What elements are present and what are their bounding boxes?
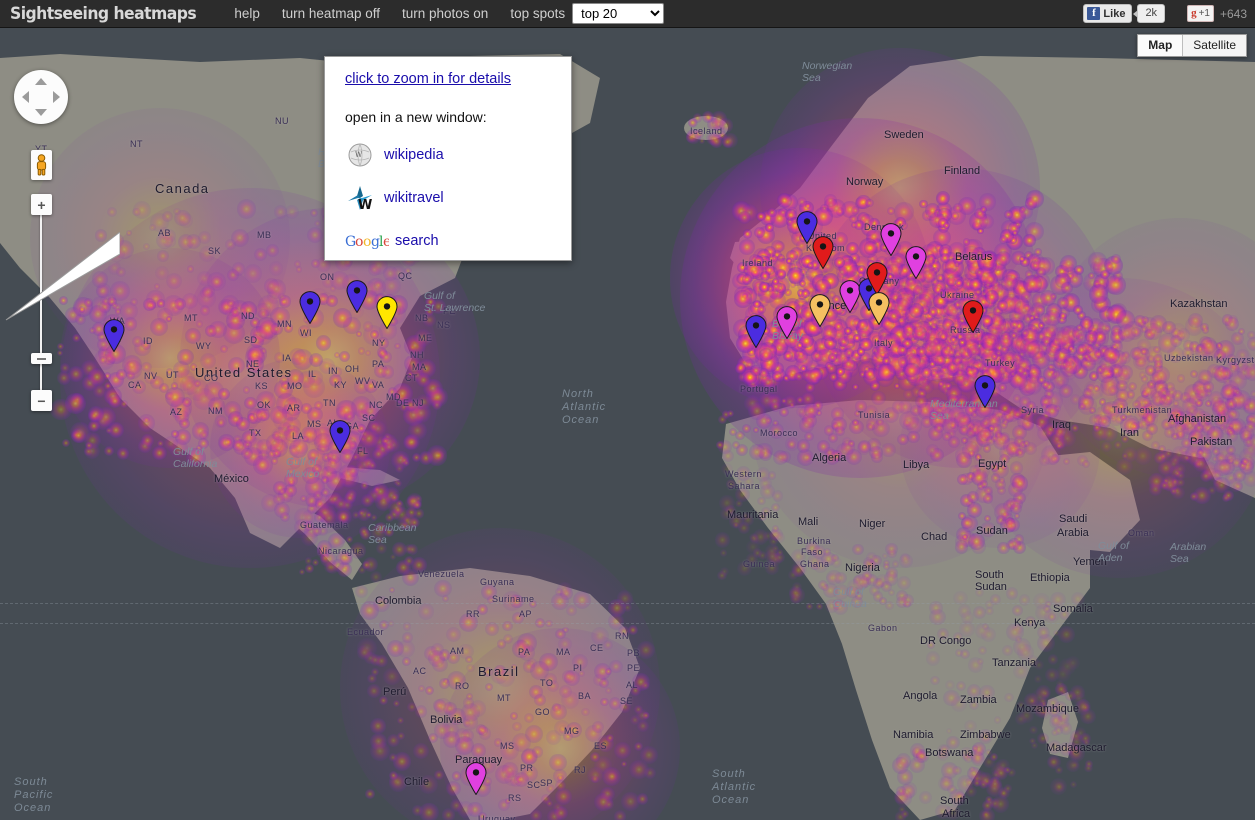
marker-chicago[interactable]: [299, 291, 321, 324]
facebook-like-label: Like: [1103, 8, 1125, 20]
social-buttons: f Like 2k g +1 +643: [1083, 4, 1247, 23]
zoom-in-button[interactable]: +: [31, 194, 52, 215]
map-type-control: Map Satellite: [1137, 34, 1247, 57]
wikitravel-compass-icon: W: [345, 185, 375, 211]
google-search-row[interactable]: G o o g l e search: [345, 228, 555, 254]
open-new-window-label: open in a new window:: [345, 109, 555, 125]
pan-down-icon[interactable]: [35, 109, 47, 116]
marker-prague[interactable]: [905, 246, 927, 279]
nav-help[interactable]: help: [234, 6, 260, 21]
marker-venice[interactable]: [866, 262, 888, 295]
nav-toggle-heatmap[interactable]: turn heatmap off: [282, 6, 380, 21]
wikitravel-link[interactable]: wikitravel: [384, 190, 444, 206]
info-window: click to zoom in for details open in a n…: [324, 56, 572, 261]
zoom-in-details-link[interactable]: click to zoom in for details: [345, 71, 555, 87]
pan-left-icon[interactable]: [22, 91, 29, 103]
wikipedia-link[interactable]: wikipedia: [384, 147, 444, 163]
marker-cuba[interactable]: [329, 420, 351, 453]
zoom-slider-thumb[interactable]: [31, 353, 52, 364]
pan-up-icon[interactable]: [35, 78, 47, 85]
google-plus-icon: g: [1191, 6, 1197, 21]
top-spots-select[interactable]: top 20: [572, 3, 664, 24]
map-type-satellite[interactable]: Satellite: [1182, 35, 1246, 56]
facebook-icon: f: [1087, 7, 1100, 20]
google-logo-icon: G o o g l e: [345, 228, 389, 254]
google-plus-count: +643: [1220, 7, 1247, 21]
google-plus-one-button[interactable]: g +1: [1187, 5, 1214, 22]
marker-buenos-aires[interactable]: [465, 762, 487, 795]
google-plus-one-label: +1: [1199, 6, 1210, 21]
svg-text:W: W: [358, 198, 372, 211]
marker-istanbul[interactable]: [962, 300, 984, 333]
info-window-tail: [0, 232, 120, 322]
top-spots-label: top spots: [510, 6, 565, 21]
svg-text:W: W: [355, 151, 363, 159]
marker-toronto[interactable]: [346, 280, 368, 313]
nav-toggle-photos[interactable]: turn photos on: [402, 6, 488, 21]
pan-control[interactable]: [14, 70, 68, 124]
marker-paris[interactable]: [812, 236, 834, 269]
google-plus-group: g +1 +643: [1187, 5, 1247, 22]
map-canvas[interactable]: Canada United States México Guatemala Nicara…: [0, 28, 1255, 820]
google-search-link[interactable]: search: [395, 233, 439, 249]
wikipedia-row[interactable]: W wikipedia: [345, 142, 555, 168]
street-view-pegman-icon[interactable]: [31, 150, 52, 180]
pan-right-icon[interactable]: [53, 91, 60, 103]
marker-madrid[interactable]: [776, 306, 798, 339]
svg-text:e: e: [383, 234, 389, 249]
facebook-like-button[interactable]: f Like: [1083, 4, 1132, 23]
map-type-map[interactable]: Map: [1138, 35, 1182, 56]
marker-layer: [0, 28, 1255, 820]
marker-barcelona[interactable]: [809, 294, 831, 327]
marker-rome[interactable]: [868, 292, 890, 325]
marker-san-francisco[interactable]: [103, 319, 125, 352]
app-logo: Sightseeing heatmaps: [10, 4, 196, 24]
marker-lisbon[interactable]: [745, 315, 767, 348]
zoom-out-button[interactable]: −: [31, 390, 52, 411]
wikitravel-row[interactable]: W wikitravel: [345, 185, 555, 211]
marker-cairo[interactable]: [974, 375, 996, 408]
marker-berlin[interactable]: [880, 223, 902, 256]
wikipedia-globe-icon: W: [345, 142, 375, 168]
marker-new-york[interactable]: [376, 296, 398, 329]
app-header: Sightseeing heatmaps help turn heatmap o…: [0, 0, 1255, 28]
facebook-like-count: 2k: [1137, 4, 1165, 23]
